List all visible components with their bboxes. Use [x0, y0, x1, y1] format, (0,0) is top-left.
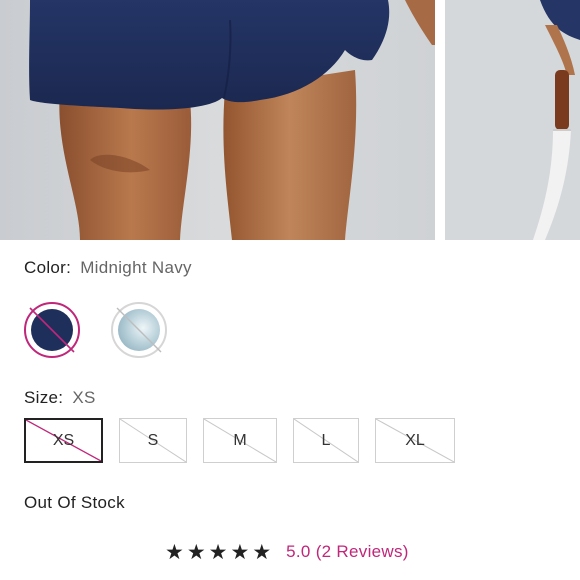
stock-status: Out Of Stock	[24, 493, 125, 512]
strikethrough-icon	[29, 307, 75, 353]
star-icon: ★	[252, 540, 272, 564]
size-option-xl[interactable]: XL	[375, 418, 455, 463]
star-rating: ★ ★ ★ ★ ★	[165, 542, 271, 563]
star-icon: ★	[208, 540, 228, 564]
size-selector-label: Size: XS	[24, 388, 96, 408]
swatch-light-blue[interactable]	[111, 302, 167, 358]
size-option-label: M	[233, 431, 247, 449]
star-icon: ★	[186, 540, 206, 564]
size-option-xs[interactable]: XS	[24, 418, 103, 463]
size-label: Size:	[24, 388, 64, 407]
size-option-label: L	[321, 431, 331, 449]
size-option-label: S	[147, 431, 159, 449]
size-option-m[interactable]: M	[203, 418, 277, 463]
color-selector-label: Color: Midnight Navy	[24, 258, 192, 278]
reviews-link[interactable]: 5.0 (2 Reviews)	[286, 542, 409, 562]
product-photo-main[interactable]	[0, 0, 435, 240]
size-option-label: XS	[52, 431, 75, 449]
selected-size-value: XS	[72, 388, 96, 407]
swatch-midnight-navy[interactable]	[24, 302, 80, 358]
selected-color-value: Midnight Navy	[80, 258, 192, 277]
size-option-label: XL	[405, 431, 425, 449]
star-icon: ★	[230, 540, 250, 564]
rating-summary: ★ ★ ★ ★ ★ 5.0 (2 Reviews)	[165, 540, 409, 564]
star-icon: ★	[165, 540, 184, 564]
product-photo-secondary[interactable]	[445, 0, 580, 240]
color-label: Color:	[24, 258, 72, 277]
strikethrough-icon	[116, 307, 162, 353]
product-image-gallery[interactable]	[0, 0, 580, 240]
size-option-s[interactable]: S	[119, 418, 187, 463]
size-option-l[interactable]: L	[293, 418, 359, 463]
